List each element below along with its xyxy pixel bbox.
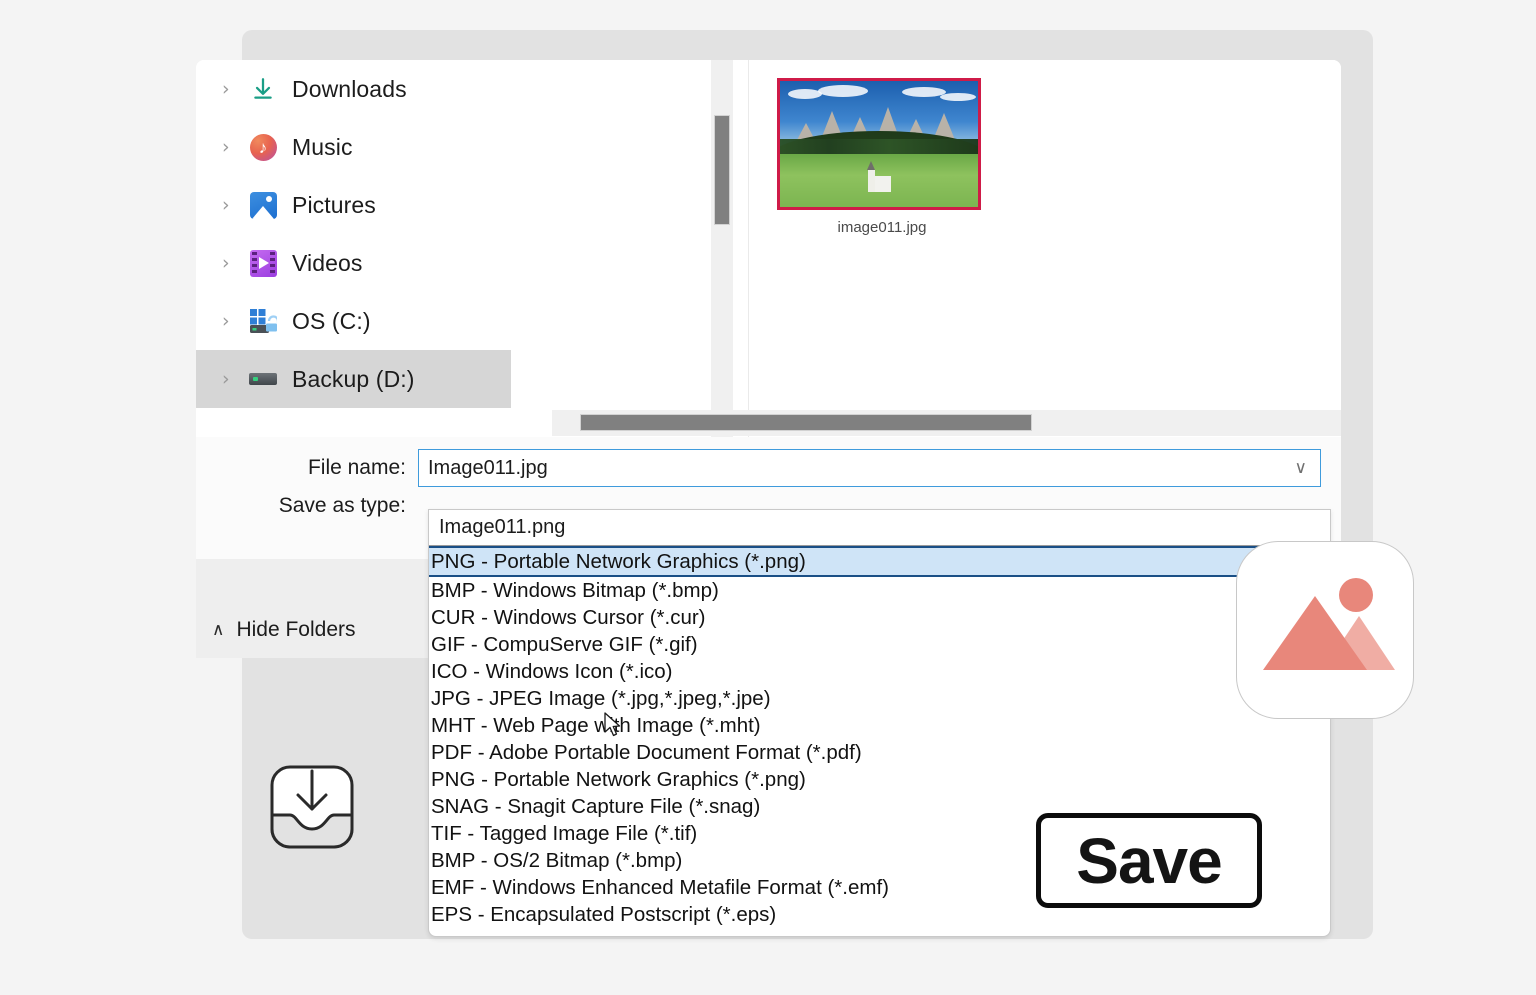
file-name-caption: image011.jpg bbox=[837, 219, 927, 236]
dropdown-option[interactable]: PNG - Portable Network Graphics (*.png) bbox=[429, 546, 1330, 577]
folder-tree-sidebar[interactable]: › Downloads › ♪ Music › Pictures › Video… bbox=[196, 60, 511, 460]
cloud-shape bbox=[940, 93, 976, 101]
dropdown-option[interactable]: JPG - JPEG Image (*.jpg,*.jpeg,*.jpe) bbox=[429, 685, 1330, 712]
music-note-icon: ♪ bbox=[248, 132, 278, 162]
scrollbar-gutter bbox=[733, 60, 748, 460]
hide-folders-toggle[interactable]: ∧ Hide Folders bbox=[212, 618, 356, 642]
file-name-input[interactable]: Image011.jpg ∨ bbox=[418, 449, 1321, 487]
hard-drive-icon bbox=[248, 364, 278, 394]
file-list-pane[interactable]: image011.jpg bbox=[748, 60, 1341, 460]
image-placeholder-icon bbox=[1236, 541, 1414, 719]
chevron-down-icon[interactable]: ∨ bbox=[1295, 458, 1307, 478]
mountain-front-shape bbox=[1263, 596, 1367, 670]
sidebar-item-label: Backup (D:) bbox=[292, 365, 415, 392]
sidebar-item-label: Pictures bbox=[292, 191, 376, 218]
hide-folders-label: Hide Folders bbox=[236, 618, 356, 641]
chevron-right-icon[interactable]: › bbox=[222, 79, 248, 99]
dropdown-option[interactable]: PDF - Adobe Portable Document Format (*.… bbox=[429, 739, 1330, 766]
sidebar-vertical-scrollbar[interactable] bbox=[711, 60, 733, 460]
dropdown-option[interactable]: MHT - Web Page with Image (*.mht) bbox=[429, 712, 1330, 739]
save-button[interactable]: Save bbox=[1036, 813, 1262, 908]
sidebar-item-label: Music bbox=[292, 133, 353, 160]
download-arrow-icon bbox=[248, 74, 278, 104]
save-as-type-label: Save as type: bbox=[278, 494, 406, 517]
file-name-value: Image011.jpg bbox=[428, 456, 548, 479]
caret-up-icon: ∧ bbox=[212, 620, 225, 640]
dropdown-option[interactable]: BMP - Windows Bitmap (*.bmp) bbox=[429, 577, 1330, 604]
chevron-right-icon[interactable]: › bbox=[222, 195, 248, 215]
chevron-right-icon[interactable]: › bbox=[222, 253, 248, 273]
save-as-type-row: Save as type: bbox=[196, 494, 418, 518]
chevron-right-icon[interactable]: › bbox=[222, 137, 248, 157]
sidebar-item-pictures[interactable]: › Pictures bbox=[196, 176, 511, 234]
file-name-row: File name: Image011.jpg ∨ bbox=[196, 449, 1321, 487]
chevron-right-icon[interactable]: › bbox=[222, 369, 248, 389]
dropdown-edit-value[interactable]: Image011.png bbox=[429, 510, 1330, 546]
cloud-shape bbox=[818, 85, 868, 97]
pictures-icon bbox=[248, 190, 278, 220]
save-download-icon bbox=[266, 757, 358, 857]
chevron-right-icon[interactable]: › bbox=[222, 311, 248, 331]
scrollbar-thumb[interactable] bbox=[714, 115, 730, 225]
sidebar-item-label: Videos bbox=[292, 249, 363, 276]
file-list-horizontal-scrollbar[interactable] bbox=[552, 410, 1341, 436]
sidebar-item-music[interactable]: › ♪ Music bbox=[196, 118, 511, 176]
file-item-thumbnail[interactable]: image011.jpg bbox=[777, 78, 987, 236]
scrollbar-thumb[interactable] bbox=[580, 414, 1032, 431]
sidebar-item-label: OS (C:) bbox=[292, 307, 371, 334]
screen: › Downloads › ♪ Music › Pictures › Video… bbox=[0, 0, 1536, 995]
dropdown-option[interactable]: GIF - CompuServe GIF (*.gif) bbox=[429, 631, 1330, 658]
dropdown-option[interactable]: ICO - Windows Icon (*.ico) bbox=[429, 658, 1330, 685]
sidebar-item-videos[interactable]: › Videos bbox=[196, 234, 511, 292]
cloud-shape bbox=[788, 89, 822, 99]
save-as-dialog-body: › Downloads › ♪ Music › Pictures › Video… bbox=[196, 60, 1341, 460]
dropdown-option[interactable]: PNG - Portable Network Graphics (*.png) bbox=[429, 766, 1330, 793]
church-shape bbox=[867, 160, 892, 192]
videos-film-icon bbox=[248, 248, 278, 278]
sidebar-item-downloads[interactable]: › Downloads bbox=[196, 60, 511, 118]
sidebar-item-os-c[interactable]: › OS (C:) bbox=[196, 292, 511, 350]
dropdown-option[interactable]: CUR - Windows Cursor (*.cur) bbox=[429, 604, 1330, 631]
image-thumbnail[interactable] bbox=[777, 78, 981, 210]
file-name-label: File name: bbox=[307, 456, 406, 479]
sidebar-item-label: Downloads bbox=[292, 75, 407, 102]
sidebar-item-backup-d[interactable]: › Backup (D:) bbox=[196, 350, 511, 408]
windows-drive-icon bbox=[248, 306, 278, 336]
